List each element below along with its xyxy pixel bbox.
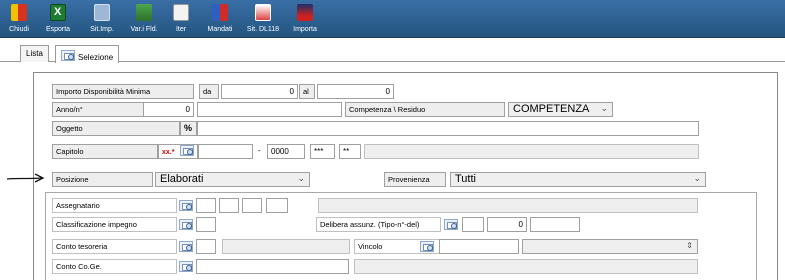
competenza-label: Competenza \ Residuo [345, 102, 505, 117]
oggetto-label: Oggetto [52, 121, 180, 136]
mail-icon [173, 4, 189, 21]
numero-input[interactable] [197, 102, 342, 117]
sit-imp-button[interactable]: Sit.Imp. [82, 0, 122, 38]
capitolo-articolo-input[interactable]: *** [310, 144, 335, 159]
tab-lista[interactable]: Lista [20, 45, 49, 62]
import-label: Importa [293, 26, 317, 33]
up-down-icon: ⇕ [686, 241, 693, 250]
conto-coge-lookup-icon[interactable] [179, 261, 193, 272]
classificazione-label: Classificazione impegno [52, 217, 177, 232]
annotation-arrow-icon [6, 173, 45, 183]
capitolo-input[interactable] [198, 144, 253, 159]
importo-al-input[interactable]: 0 [317, 84, 394, 99]
delibera-label: Delibera assunz. (Tipo-n°-del) [316, 217, 441, 232]
conto-coge-input[interactable] [196, 259, 349, 274]
importo-label: Importo Disponibilità Minima [52, 84, 194, 99]
mandati-label: Mandati [207, 26, 233, 33]
competenza-select[interactable]: COMPETENZA ⌄ [508, 102, 613, 117]
close-button[interactable]: Chiudi [2, 0, 36, 38]
capitolo-dash: - [258, 146, 261, 155]
delibera-numero-input[interactable]: 0 [487, 217, 527, 232]
toolbar: Chiudi X Esporta Sit.Imp. Var.i Fld. Ite… [0, 0, 785, 38]
provenienza-label: Provenienza [384, 172, 446, 187]
delibera-tipo-input[interactable] [462, 217, 484, 232]
book-icon [94, 4, 110, 21]
assegnatario-lookup-icon[interactable] [179, 200, 193, 211]
sit-dl118-label: Sit. DL118 [246, 26, 280, 33]
chevron-down-icon: ⌄ [693, 173, 701, 183]
export-button[interactable]: X Esporta [38, 0, 78, 38]
competenza-value: COMPETENZA [513, 103, 590, 115]
posizione-label: Posizione [52, 172, 153, 187]
sit-imp-label: Sit.Imp. [90, 26, 114, 33]
assegnatario-label: Assegnatario [52, 198, 177, 213]
tab-lista-label: Lista [26, 49, 43, 58]
mandati-button[interactable]: Mandati [200, 0, 240, 38]
conto-tesoreria-lookup-icon[interactable] [179, 241, 193, 252]
capitolo-mask-text: xx.* [162, 149, 175, 156]
chevron-down-icon: ⌄ [600, 103, 608, 113]
export-label: Esporta [45, 26, 71, 33]
classificazione-input[interactable] [196, 217, 216, 232]
provenienza-value: Tutti [455, 173, 476, 185]
tab-selezione-label: Selezione [78, 53, 114, 62]
sit-dl118-button[interactable]: Sit. DL118 [243, 0, 283, 38]
tab-selezione[interactable]: Selezione [55, 45, 120, 63]
conto-coge-description [354, 259, 698, 274]
delibera-data-input[interactable] [530, 217, 580, 232]
import-icon [297, 4, 313, 21]
search-icon [61, 50, 75, 61]
excel-icon: X [50, 4, 66, 21]
document-icon [255, 4, 271, 21]
delibera-lookup-icon[interactable] [444, 219, 458, 230]
conto-tesoreria-input[interactable] [196, 239, 216, 254]
iter-label: Iter [175, 26, 187, 33]
iter-button[interactable]: Iter [166, 0, 196, 38]
assegnatario-description [318, 198, 698, 213]
posizione-value: Elaborati [160, 173, 204, 185]
capitolo-comma-input[interactable]: ** [339, 144, 361, 159]
close-icon [11, 4, 27, 21]
provenienza-select[interactable]: Tutti ⌄ [450, 172, 706, 187]
posizione-select[interactable]: Elaborati ⌄ [155, 172, 310, 187]
capitolo-description [364, 144, 699, 159]
assegnatario-input-3[interactable] [242, 198, 262, 213]
vincolo-input[interactable] [439, 239, 519, 254]
oggetto-input[interactable] [197, 121, 699, 136]
da-label: da [199, 84, 219, 99]
assegnatario-input-1[interactable] [196, 198, 216, 213]
chevron-down-icon: ⌄ [297, 173, 305, 183]
al-label: al [299, 84, 315, 99]
capitolo-lookup-icon[interactable] [180, 145, 194, 156]
vincolo-select[interactable]: ⇕ [522, 239, 698, 254]
anno-input[interactable]: 0 [143, 102, 194, 117]
conto-tesoreria-description [222, 239, 350, 254]
close-label: Chiudi [9, 26, 29, 33]
flag-icon [212, 4, 228, 21]
conto-tesoreria-label: Conto tesoreria [52, 239, 177, 254]
importo-da-input[interactable]: 0 [221, 84, 298, 99]
capitolo-label: Capitolo [52, 144, 158, 159]
classificazione-lookup-icon[interactable] [179, 219, 193, 230]
var-fld-button[interactable]: Var.i Fld. [124, 0, 164, 38]
oggetto-wildcard: % [180, 121, 197, 136]
var-fld-label: Var.i Fld. [130, 26, 158, 33]
import-button[interactable]: Importa [285, 0, 325, 38]
vincolo-lookup-icon[interactable] [420, 241, 434, 252]
assegnatario-input-4[interactable] [266, 198, 288, 213]
capitolo-number-input[interactable]: 0000 [267, 144, 305, 159]
assegnatario-input-2[interactable] [219, 198, 239, 213]
tree-icon [136, 4, 152, 21]
conto-coge-label: Conto Co.Ge. [52, 259, 177, 274]
